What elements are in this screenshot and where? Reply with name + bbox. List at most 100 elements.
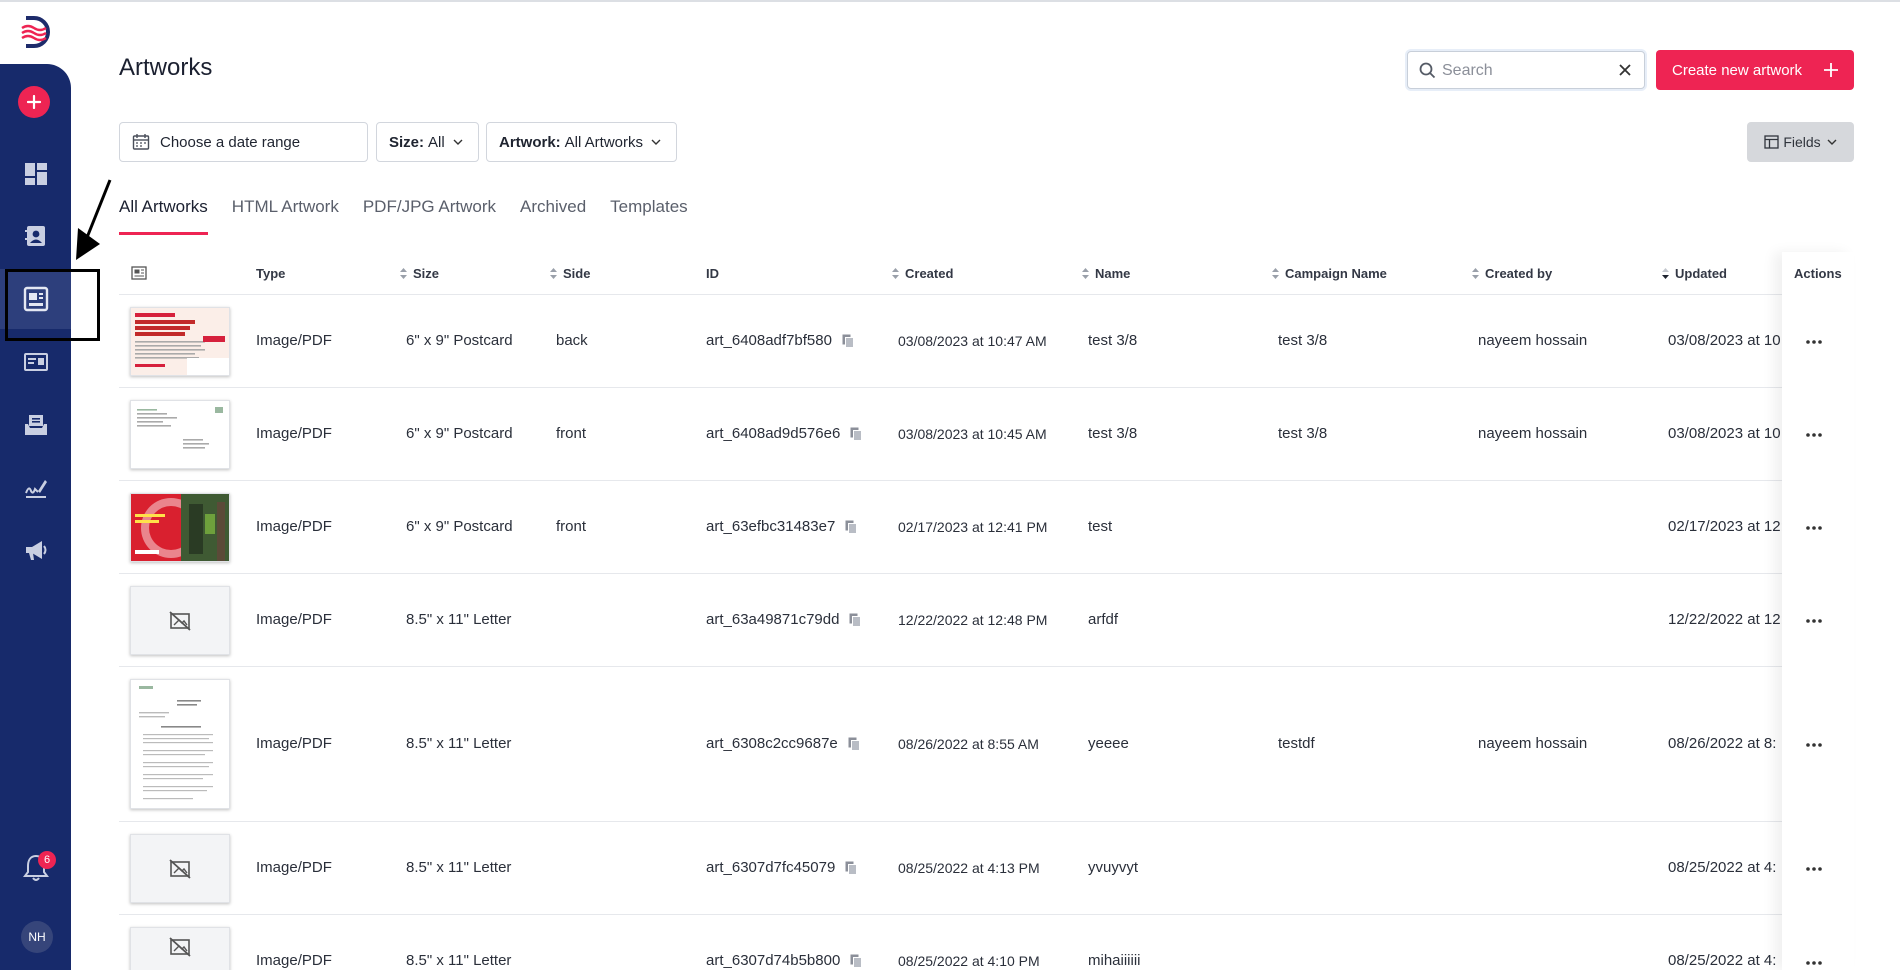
no-image-icon bbox=[169, 858, 191, 879]
artwork-thumbnail[interactable] bbox=[130, 307, 230, 376]
column-header-side[interactable]: Side bbox=[550, 266, 590, 281]
column-header-actions: Actions bbox=[1794, 266, 1842, 281]
artwork-tabs: All Artworks HTML Artwork PDF/JPG Artwor… bbox=[119, 195, 712, 235]
clear-icon[interactable] bbox=[1618, 63, 1632, 77]
copy-icon[interactable] bbox=[848, 737, 860, 752]
tab-templates[interactable]: Templates bbox=[610, 195, 687, 235]
column-header-campaign[interactable]: Campaign Name bbox=[1272, 266, 1387, 281]
date-range-filter[interactable]: Choose a date range bbox=[119, 122, 368, 162]
mailbox-icon bbox=[24, 415, 47, 435]
search-box[interactable] bbox=[1407, 51, 1645, 89]
cell-id: art_63a49871c79dd bbox=[706, 611, 862, 628]
plus-icon bbox=[1824, 63, 1838, 77]
table-header: Type Size Side ID Created Name Campaign … bbox=[119, 252, 1854, 295]
cell-side: back bbox=[556, 332, 588, 349]
copy-icon[interactable] bbox=[849, 613, 862, 628]
column-header-created-label: Created bbox=[905, 266, 954, 281]
plus-icon bbox=[27, 95, 41, 109]
more-icon[interactable] bbox=[1806, 961, 1822, 965]
column-header-updated-label: Updated bbox=[1675, 266, 1727, 281]
cell-size: 8.5" x 11" Letter bbox=[406, 952, 512, 969]
artwork-thumbnail[interactable] bbox=[130, 493, 230, 562]
tab-pdf-jpg-artwork[interactable]: PDF/JPG Artwork bbox=[363, 195, 496, 235]
signature-icon bbox=[24, 480, 47, 498]
copy-icon[interactable] bbox=[850, 427, 863, 442]
fields-button[interactable]: Fields bbox=[1747, 122, 1854, 162]
fields-label: Fields bbox=[1783, 134, 1821, 150]
copy-icon[interactable] bbox=[845, 861, 858, 876]
artwork-thumbnail[interactable] bbox=[130, 679, 230, 809]
table-row[interactable]: Image/PDF 8.5" x 11" Letter art_6307d7fc… bbox=[119, 822, 1854, 915]
column-header-size[interactable]: Size bbox=[400, 266, 439, 281]
column-header-name[interactable]: Name bbox=[1082, 266, 1130, 281]
sidebar-item-mailbox[interactable] bbox=[0, 395, 71, 455]
sidebar-item-cards[interactable] bbox=[0, 332, 71, 392]
cell-type: Image/PDF bbox=[256, 611, 332, 628]
table-row[interactable]: Image/PDF 6" x 9" Postcard back art_6408… bbox=[119, 295, 1854, 388]
cell-created: 03/08/2023 at 10:47 AM bbox=[898, 333, 1047, 349]
cell-side: front bbox=[556, 425, 587, 442]
sidebar-item-campaigns[interactable] bbox=[0, 520, 71, 580]
more-icon[interactable] bbox=[1806, 743, 1822, 747]
copy-icon[interactable] bbox=[842, 334, 854, 349]
size-filter-value: All bbox=[428, 133, 445, 151]
logo-icon[interactable] bbox=[20, 14, 52, 50]
artwork-filter-dropdown[interactable]: Artwork: All Artworks bbox=[486, 122, 677, 162]
more-icon[interactable] bbox=[1806, 619, 1822, 623]
cell-updated: 02/17/2023 at 12: bbox=[1668, 518, 1785, 535]
more-icon[interactable] bbox=[1806, 526, 1822, 530]
chevron-down-icon bbox=[453, 139, 463, 145]
sidebar-item-signature[interactable] bbox=[0, 458, 71, 518]
cards-icon bbox=[23, 353, 48, 371]
tab-html-artwork[interactable]: HTML Artwork bbox=[232, 195, 339, 235]
select-all-icon[interactable] bbox=[131, 266, 147, 280]
cell-type: Image/PDF bbox=[256, 735, 332, 752]
cell-name: test 3/8 bbox=[1088, 332, 1138, 349]
column-header-updated[interactable]: Updated bbox=[1662, 266, 1727, 281]
table-row[interactable]: Image/PDF 8.5" x 11" Letter art_6308c2cc… bbox=[119, 667, 1854, 822]
copy-icon[interactable] bbox=[850, 954, 863, 969]
megaphone-icon bbox=[25, 541, 46, 560]
tab-all-artworks[interactable]: All Artworks bbox=[119, 195, 208, 235]
cell-name: yvuyvyt bbox=[1088, 859, 1139, 876]
column-header-created-by[interactable]: Created by bbox=[1472, 266, 1552, 281]
sidebar-item-contacts[interactable] bbox=[0, 206, 71, 266]
annotation-highlight-box bbox=[5, 269, 100, 341]
artwork-thumbnail[interactable] bbox=[130, 400, 230, 469]
artworks-table: Type Size Side ID Created Name Campaign … bbox=[119, 252, 1854, 970]
cell-updated: 08/25/2022 at 4: bbox=[1668, 952, 1777, 969]
column-header-side-label: Side bbox=[563, 266, 591, 281]
table-row[interactable]: Image/PDF 8.5" x 11" Letter art_6307d74b… bbox=[119, 915, 1854, 970]
size-filter-dropdown[interactable]: Size: All bbox=[376, 122, 479, 162]
cell-created: 03/08/2023 at 10:45 AM bbox=[898, 426, 1047, 442]
more-icon[interactable] bbox=[1806, 433, 1822, 437]
annotation-arrow-icon bbox=[76, 179, 112, 260]
cell-name: yeeee bbox=[1088, 735, 1129, 752]
artwork-thumbnail-placeholder[interactable] bbox=[130, 586, 230, 655]
cell-id: art_6308c2cc9687e bbox=[706, 735, 860, 752]
sidebar-item-dashboard[interactable] bbox=[0, 144, 71, 204]
more-icon[interactable] bbox=[1806, 867, 1822, 871]
create-button-label: Create new artwork bbox=[1672, 61, 1803, 79]
avatar[interactable]: NH bbox=[21, 921, 53, 953]
more-icon[interactable] bbox=[1806, 340, 1822, 344]
search-input[interactable] bbox=[1442, 58, 1612, 84]
artwork-thumbnail-placeholder[interactable] bbox=[130, 927, 230, 970]
cell-updated: 08/26/2022 at 8: bbox=[1668, 735, 1777, 752]
cell-created-by: nayeem hossain bbox=[1478, 735, 1588, 752]
cell-id-text: art_63a49871c79dd bbox=[706, 611, 840, 628]
table-row[interactable]: Image/PDF 6" x 9" Postcard front art_640… bbox=[119, 388, 1854, 481]
chevron-down-icon bbox=[1827, 139, 1837, 145]
tab-archived[interactable]: Archived bbox=[520, 195, 586, 235]
table-row[interactable]: Image/PDF 6" x 9" Postcard front art_63e… bbox=[119, 481, 1854, 574]
sort-icon bbox=[1082, 268, 1089, 279]
cell-id: art_6307d7fc45079 bbox=[706, 859, 858, 876]
create-plus-button[interactable] bbox=[18, 86, 50, 118]
table-row[interactable]: Image/PDF 8.5" x 11" Letter art_63a49871… bbox=[119, 574, 1854, 667]
copy-icon[interactable] bbox=[845, 520, 858, 535]
cell-id-text: art_6408adf7bf580 bbox=[706, 332, 832, 349]
cell-name: test bbox=[1088, 518, 1113, 535]
create-new-artwork-button[interactable]: Create new artwork bbox=[1656, 50, 1854, 90]
column-header-created[interactable]: Created bbox=[892, 266, 953, 281]
artwork-thumbnail-placeholder[interactable] bbox=[130, 834, 230, 903]
